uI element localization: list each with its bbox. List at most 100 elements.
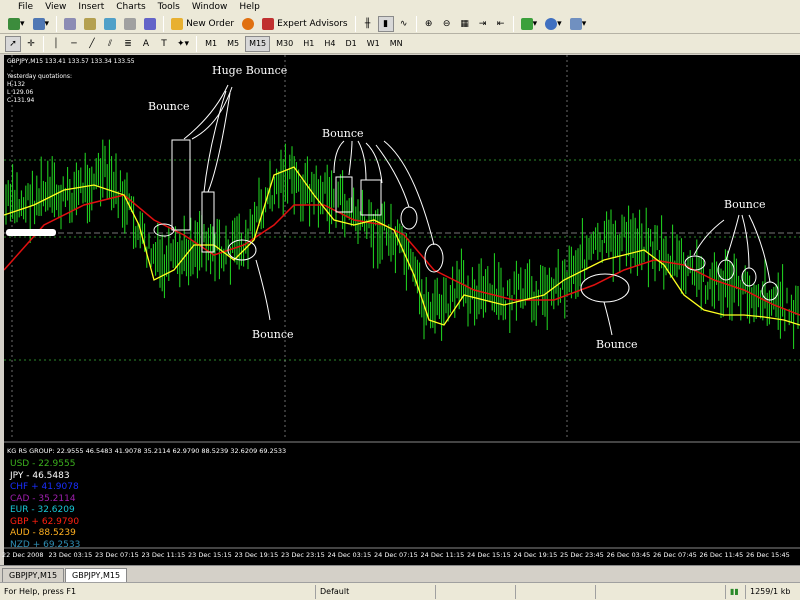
annotation-arrow bbox=[725, 214, 740, 261]
toolbar-separator bbox=[43, 35, 44, 52]
annotation-arrow bbox=[603, 301, 613, 336]
zoom-out-icon[interactable]: ⊖ bbox=[439, 16, 455, 32]
toolbar-separator bbox=[512, 15, 514, 32]
yesterday-quotations: Yesterday quotations: H-132 L 129.06 C-1… bbox=[7, 73, 72, 105]
currency-item: CHF + 41.9078 bbox=[10, 482, 79, 492]
auto-scroll-icon[interactable]: ⇥ bbox=[475, 16, 491, 32]
standard-toolbar: ▾ ▾ New Order Expert Advisors ╫ ▮ ∿ ⊕ ⊖ … bbox=[0, 14, 800, 34]
annotation-circle bbox=[580, 273, 630, 303]
price-chart[interactable] bbox=[4, 55, 800, 565]
yq-low: L 129.06 bbox=[7, 89, 34, 96]
annotation-arrow bbox=[348, 140, 353, 176]
new-chart-icon[interactable]: ▾ bbox=[5, 16, 28, 32]
annotation-circle bbox=[424, 243, 444, 273]
indicators-icon[interactable]: ▾ bbox=[518, 16, 541, 32]
terminal-icon[interactable] bbox=[121, 16, 139, 32]
timeframe-h4-button[interactable]: H4 bbox=[320, 36, 339, 52]
timeframe-d1-button[interactable]: D1 bbox=[341, 36, 360, 52]
annotation-circle bbox=[400, 206, 418, 230]
yq-header: Yesterday quotations: bbox=[7, 73, 72, 80]
time-tick-label: 22 Dec 2008 bbox=[2, 551, 44, 559]
chart-tab[interactable]: GBPJPY,M15 bbox=[2, 568, 65, 582]
bar-chart-icon[interactable]: ╫ bbox=[360, 16, 376, 32]
toolbar-separator bbox=[56, 15, 58, 32]
chart-shift-icon[interactable]: ⇤ bbox=[493, 16, 509, 32]
menu-tools[interactable]: Tools bbox=[152, 0, 186, 14]
text-icon[interactable]: A bbox=[138, 36, 154, 52]
chart-tab[interactable]: GBPJPY,M15 bbox=[65, 568, 128, 582]
profiles-icon[interactable]: ▾ bbox=[30, 16, 53, 32]
annotation-bounce: Bounce bbox=[148, 100, 190, 113]
menu-insert[interactable]: Insert bbox=[72, 0, 110, 14]
currency-item: CAD - 35.2114 bbox=[10, 493, 76, 504]
fibonacci-icon[interactable]: ≣ bbox=[120, 36, 136, 52]
line-studies-toolbar: ➚ ✛ │ ─ ╱ ⫽ ≣ A T ✦▾ M1 M5 M15 M30 H1 H4 D1 W1 M… bbox=[0, 34, 800, 54]
time-tick-label: 26 Dec 07:45 bbox=[653, 551, 697, 559]
timeframe-buttons: M1 M5 M15 M30 H1 H4 D1 W1 MN bbox=[200, 35, 408, 52]
menu-window[interactable]: Window bbox=[186, 0, 234, 14]
timeframe-m30-button[interactable]: M30 bbox=[272, 36, 297, 52]
chart-tabs: GBPJPY,M15 GBPJPY,M15 bbox=[0, 565, 800, 582]
chart-window[interactable]: GBPJPY,M15 133.41 133.57 133.34 133.55 Y… bbox=[2, 55, 800, 565]
tile-windows-icon[interactable]: ▦ bbox=[457, 16, 473, 32]
new-order-button[interactable]: New Order bbox=[168, 16, 237, 32]
annotation-bounce: Bounce bbox=[596, 338, 638, 351]
highlight-marker bbox=[6, 229, 56, 236]
currency-item: EUR - 32.6209 bbox=[10, 505, 75, 515]
timeframe-m1-button[interactable]: M1 bbox=[201, 36, 221, 52]
status-bar: For Help, press F1 Default ▮▮ 1259/1 kb bbox=[0, 582, 800, 600]
zoom-in-icon[interactable]: ⊕ bbox=[421, 16, 437, 32]
menu-file[interactable]: File bbox=[4, 0, 39, 14]
timeframe-w1-button[interactable]: W1 bbox=[363, 36, 384, 52]
timeframe-m5-button[interactable]: M5 bbox=[223, 36, 243, 52]
annotation-arrow bbox=[183, 84, 229, 140]
timeframe-h1-button[interactable]: H1 bbox=[299, 36, 318, 52]
timeframe-m15-button[interactable]: M15 bbox=[245, 35, 271, 52]
vertical-line-icon[interactable]: │ bbox=[48, 36, 64, 52]
arrows-icon[interactable]: ✦▾ bbox=[174, 36, 192, 52]
cursor-icon[interactable]: ➚ bbox=[5, 35, 21, 52]
status-empty bbox=[516, 584, 596, 599]
time-tick-label: 23 Dec 23:15 bbox=[281, 551, 325, 559]
navigator-icon[interactable] bbox=[101, 16, 119, 32]
text-label-icon[interactable]: T bbox=[156, 36, 172, 52]
expert-advisors-icon bbox=[262, 17, 275, 30]
annotation-arrow bbox=[748, 214, 771, 283]
trendline-icon[interactable]: ╱ bbox=[84, 36, 100, 52]
annotation-huge-bounce: Huge Bounce bbox=[212, 64, 288, 77]
menu-help[interactable]: Help bbox=[233, 0, 266, 14]
time-tick-label: 24 Dec 03:15 bbox=[327, 551, 372, 559]
market-watch-icon[interactable] bbox=[61, 16, 79, 32]
chart-title: GBPJPY,M15 133.41 133.57 133.34 133.55 bbox=[7, 58, 135, 65]
data-window-icon[interactable] bbox=[81, 16, 99, 32]
toolbar-separator bbox=[354, 15, 356, 32]
time-tick-label: 23 Dec 19:15 bbox=[234, 551, 279, 559]
crosshair-icon[interactable]: ✛ bbox=[23, 36, 39, 52]
horizontal-line-icon[interactable]: ─ bbox=[66, 36, 82, 52]
periods-icon[interactable]: ▾ bbox=[542, 16, 565, 32]
status-empty bbox=[436, 584, 516, 599]
yq-close: C-131.94 bbox=[7, 97, 35, 104]
candlestick-chart-icon[interactable]: ▮ bbox=[377, 15, 394, 32]
time-tick-label: 23 Dec 15:15 bbox=[188, 551, 232, 559]
annotation-arrow bbox=[255, 259, 271, 321]
annotation-arrow bbox=[333, 140, 345, 174]
annotation-circle bbox=[741, 267, 757, 287]
toolbar-separator bbox=[415, 15, 417, 32]
annotation-circle bbox=[171, 139, 191, 231]
time-tick-label: 24 Dec 11:15 bbox=[420, 551, 465, 559]
templates-icon[interactable]: ▾ bbox=[567, 16, 590, 32]
channel-icon[interactable]: ⫽ bbox=[102, 36, 118, 52]
timeframe-mn-button[interactable]: MN bbox=[386, 36, 407, 52]
time-tick-label: 24 Dec 19:15 bbox=[513, 551, 558, 559]
time-tick-label: 24 Dec 15:15 bbox=[467, 551, 511, 559]
menu-charts[interactable]: Charts bbox=[110, 0, 151, 14]
line-chart-icon[interactable]: ∿ bbox=[396, 16, 412, 32]
status-profile: Default bbox=[316, 584, 436, 599]
toolbar-separator bbox=[163, 15, 165, 32]
annotation-bounce: Bounce bbox=[252, 328, 294, 341]
metaeditor-icon[interactable] bbox=[239, 16, 257, 32]
tester-icon[interactable] bbox=[141, 16, 159, 32]
menu-view[interactable]: View bbox=[39, 0, 72, 14]
expert-advisors-button[interactable]: Expert Advisors bbox=[259, 16, 350, 32]
